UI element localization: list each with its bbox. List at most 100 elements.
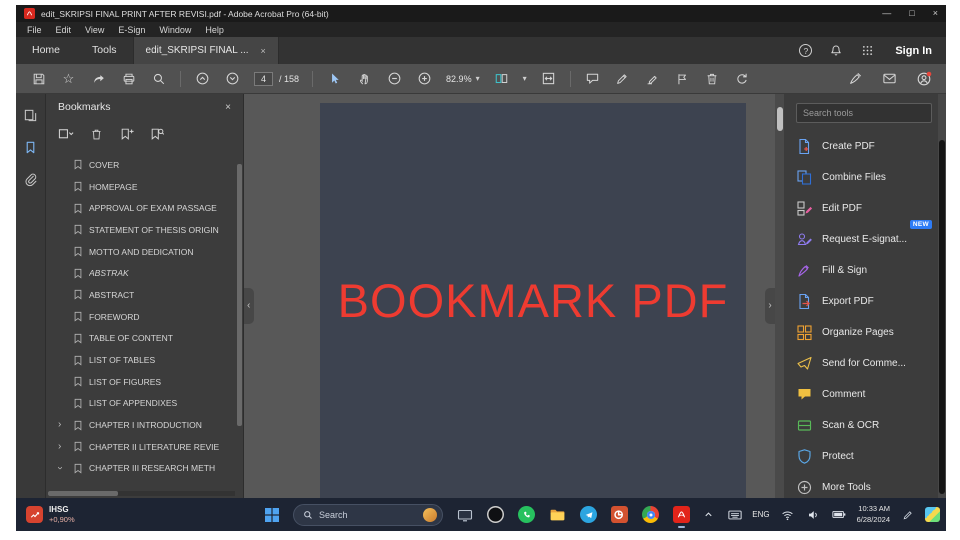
scrollbar-thumb[interactable] <box>237 164 242 427</box>
gallery-icon[interactable] <box>925 507 940 522</box>
acrobat-taskbar-icon[interactable] <box>672 505 691 528</box>
bookmark-item[interactable]: › CHAPTER I INTRODUCTION <box>46 414 243 436</box>
zoom-level-dropdown[interactable]: 82.9% ▾ <box>446 74 480 84</box>
whatsapp-icon[interactable] <box>517 505 536 524</box>
chrome-icon[interactable] <box>641 505 660 524</box>
wifi-icon[interactable] <box>779 506 796 523</box>
menu-edit[interactable]: Edit <box>49 25 79 35</box>
ink-signature-icon[interactable] <box>847 70 864 87</box>
tool-export-pdf[interactable]: Export PDF <box>796 286 932 317</box>
chevron-down-icon[interactable]: › <box>55 467 66 470</box>
bookmarks-horizontal-scrollbar[interactable] <box>48 491 235 496</box>
apps-grid-icon[interactable] <box>859 42 876 59</box>
delete-bookmark-icon[interactable] <box>88 126 105 143</box>
hand-tool-icon[interactable] <box>356 70 373 87</box>
circle-app-icon[interactable] <box>486 505 505 524</box>
bookmark-item[interactable]: › CHAPTER II LITERATURE REVIE <box>46 436 243 458</box>
document-page[interactable]: BOOKMARK PDF <box>320 103 746 498</box>
trash-icon[interactable] <box>704 70 721 87</box>
bookmark-item[interactable]: ABSTRACT <box>46 284 243 306</box>
document-canvas[interactable]: BOOKMARK PDF › › <box>244 94 784 498</box>
tool-scan-ocr[interactable]: Scan & OCR <box>796 410 932 441</box>
tab-home[interactable]: Home <box>16 37 76 64</box>
bookmark-item[interactable]: LIST OF APPENDIXES <box>46 393 243 415</box>
attachments-icon[interactable] <box>22 170 40 188</box>
bookmarks-close-icon[interactable]: × <box>225 102 231 113</box>
find-bookmark-icon[interactable] <box>148 126 165 143</box>
chevron-right-icon[interactable]: › <box>58 441 61 452</box>
menu-help[interactable]: Help <box>198 25 231 35</box>
menu-view[interactable]: View <box>78 25 111 35</box>
bookmark-options-icon[interactable] <box>58 126 75 143</box>
zoom-in-icon[interactable] <box>416 70 433 87</box>
next-page-icon[interactable] <box>224 70 241 87</box>
bookmark-item[interactable]: FOREWORD <box>46 306 243 328</box>
highlighter-icon[interactable] <box>644 70 661 87</box>
pen-icon[interactable] <box>899 506 916 523</box>
task-view-icon[interactable] <box>455 505 474 524</box>
print-icon[interactable] <box>120 70 137 87</box>
close-button[interactable]: × <box>933 5 938 22</box>
tab-document[interactable]: edit_SKRIPSI FINAL ... × <box>132 37 279 64</box>
favorite-star-icon[interactable]: ☆ <box>60 70 77 87</box>
bookmark-item[interactable]: TABLE OF CONTENT <box>46 328 243 350</box>
bookmarks-scrollbar[interactable] <box>237 164 242 484</box>
bookmark-item[interactable]: HOMEPAGE <box>46 176 243 198</box>
select-tool-icon[interactable] <box>326 70 343 87</box>
tray-chevron-up-icon[interactable] <box>700 506 717 523</box>
menu-file[interactable]: File <box>20 25 49 35</box>
file-explorer-icon[interactable] <box>548 505 567 524</box>
battery-icon[interactable] <box>831 506 848 523</box>
refresh-icon[interactable] <box>734 70 751 87</box>
maximize-button[interactable]: □ <box>909 5 914 22</box>
comment-icon[interactable] <box>584 70 601 87</box>
minimize-button[interactable]: — <box>882 5 891 22</box>
taskbar-search[interactable]: Search <box>293 503 443 526</box>
search-icon[interactable] <box>150 70 167 87</box>
bookmark-item[interactable]: ABSTRAK <box>46 262 243 284</box>
bell-icon[interactable] <box>827 42 844 59</box>
page-display-icon[interactable] <box>493 70 510 87</box>
help-icon[interactable]: ? <box>799 44 813 57</box>
volume-icon[interactable] <box>805 506 822 523</box>
start-button[interactable] <box>262 505 281 524</box>
bookmark-item[interactable]: STATEMENT OF THESIS ORIGIN <box>46 219 243 241</box>
bookmark-item[interactable]: LIST OF TABLES <box>46 349 243 371</box>
expand-right-panel-handle[interactable]: › <box>765 287 775 324</box>
tab-tools[interactable]: Tools <box>76 37 133 64</box>
tool-more-tools[interactable]: More Tools <box>796 472 932 498</box>
collapse-left-panel-handle[interactable]: › <box>244 287 254 324</box>
zoom-out-icon[interactable] <box>386 70 403 87</box>
bookmark-item[interactable]: COVER <box>46 154 243 176</box>
bookmarks-panel-icon[interactable] <box>22 138 40 156</box>
telegram-icon[interactable] <box>579 505 598 524</box>
previous-page-icon[interactable] <box>194 70 211 87</box>
bookmark-item[interactable]: APPROVAL OF EXAM PASSAGE <box>46 197 243 219</box>
save-icon[interactable] <box>30 70 47 87</box>
tab-close-icon[interactable]: × <box>261 46 266 56</box>
tool-organize-pages[interactable]: Organize Pages <box>796 317 932 348</box>
tools-search-input[interactable] <box>803 108 925 118</box>
language-indicator[interactable]: ENG <box>752 510 769 519</box>
tool-fill-sign[interactable]: Fill & Sign <box>796 255 932 286</box>
tool-comment[interactable]: Comment <box>796 379 932 410</box>
scrollbar-thumb[interactable] <box>939 140 945 494</box>
tool-create-pdf[interactable]: Create PDF <box>796 131 932 162</box>
scrollbar-thumb[interactable] <box>48 491 118 496</box>
fit-width-icon[interactable] <box>540 70 557 87</box>
scrollbar-thumb[interactable] <box>776 107 783 131</box>
sign-in-button[interactable]: Sign In <box>895 45 932 57</box>
bookmark-item[interactable]: MOTTO AND DEDICATION <box>46 241 243 263</box>
bookmark-item[interactable]: LIST OF FIGURES <box>46 371 243 393</box>
tool-combine-files[interactable]: Combine Files <box>796 162 932 193</box>
tool-send-for-comments[interactable]: Send for Comme... <box>796 348 932 379</box>
menu-esign[interactable]: E-Sign <box>111 25 152 35</box>
page-thumbnails-icon[interactable] <box>22 106 40 124</box>
powerpoint-icon[interactable] <box>610 505 629 524</box>
tools-panel-scrollbar[interactable] <box>938 94 946 498</box>
document-scrollbar[interactable] <box>775 94 784 498</box>
profile-avatar-icon[interactable] <box>915 70 932 87</box>
tool-request-esignatures[interactable]: Request E-signat... NEW <box>796 220 932 255</box>
touch-keyboard-icon[interactable] <box>726 506 743 523</box>
tools-search-box[interactable] <box>796 103 932 123</box>
